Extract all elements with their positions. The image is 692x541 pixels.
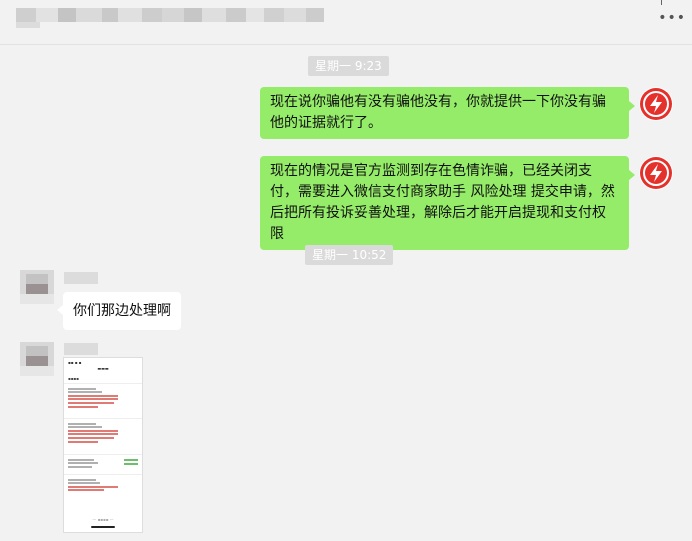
thumb-status-bar: ▪▪ ▪ ▪ <box>68 360 82 365</box>
message-bubble-other[interactable]: 你们那边处理啊 <box>57 292 181 330</box>
thumb-title: ▬▬▬ <box>97 366 109 371</box>
more-icon[interactable]: ••• <box>658 10 686 26</box>
thumb-separator <box>64 474 142 475</box>
contact-name-redacted <box>64 272 98 284</box>
thumb-footer: — ▪▪▪▪ — <box>92 517 114 522</box>
timestamp: 星期一 10:52 <box>305 245 394 265</box>
thumb-record <box>68 386 140 409</box>
thumb-record <box>68 477 140 493</box>
window-control-icon[interactable] <box>661 0 662 5</box>
thumb-record <box>68 421 140 444</box>
message-bubble-self[interactable]: 现在说你骗他有没有骗他没有，你就提供一下你没有骗他的证据就行了。 <box>260 87 635 139</box>
contact-avatar[interactable] <box>20 342 54 376</box>
contact-avatar[interactable] <box>20 270 54 304</box>
brand-avatar-icon[interactable] <box>639 156 673 190</box>
contact-name-redacted <box>64 343 98 355</box>
timestamp: 星期一 9:23 <box>308 56 389 76</box>
thumb-separator <box>64 454 142 455</box>
header-divider <box>0 44 692 45</box>
thumb-home-indicator <box>91 526 115 528</box>
shared-screenshot-image[interactable]: ▪▪ ▪ ▪ ▬▬▬ ▪▪▪▪ — ▪▪▪▪ — <box>63 357 143 533</box>
thumb-record <box>68 457 140 468</box>
thumb-separator <box>64 418 142 419</box>
message-bubble-self[interactable]: 现在的情况是官方监测到存在色情诈骗，已经关闭支付，需要进入微信支付商家助手 风险… <box>260 156 635 250</box>
chat-header: ••• <box>0 0 692 44</box>
chat-subtitle-redacted <box>16 22 40 28</box>
thumb-date-bar: ▪▪▪▪ <box>64 375 142 384</box>
chat-title-redacted <box>16 8 324 22</box>
brand-avatar-icon[interactable] <box>639 87 673 121</box>
